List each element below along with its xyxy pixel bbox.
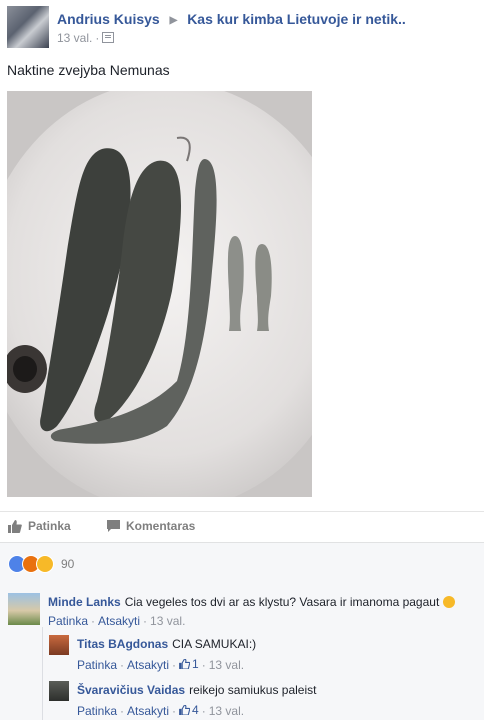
comment-body: Švaravičius Vaidas reikejo samiukus palei… [77, 683, 316, 697]
post-photo[interactable] [7, 91, 312, 497]
comment-like-count[interactable]: 4 [179, 703, 199, 717]
thumbs-up-icon [179, 705, 191, 715]
comment-body: Titas BAgdonas CIA SAMUKAI:) [77, 637, 256, 651]
reactions-bar[interactable]: 90 [0, 542, 484, 584]
comment-text: Cia vegeles tos dvi ar as klystu? Vasara… [124, 595, 440, 609]
comment-like-link[interactable]: Patinka [48, 614, 88, 628]
comment-like-count[interactable]: 1 [179, 657, 199, 671]
comment-reply-link[interactable]: Atsakyti [127, 658, 169, 672]
post-meta: 13 val. · [57, 31, 115, 45]
author-avatar[interactable] [7, 6, 49, 48]
reply-thread-line [42, 627, 43, 720]
reaction-icons [8, 555, 54, 573]
comment-time[interactable]: 13 val. [209, 658, 244, 672]
reaction-count[interactable]: 90 [61, 557, 74, 571]
wow-reaction-icon [36, 555, 54, 573]
comment-like-link[interactable]: Patinka [77, 704, 117, 718]
comment-reply-link[interactable]: Atsakyti [98, 614, 140, 628]
comment-text: CIA SAMUKAI:) [172, 637, 257, 651]
triangle-right-icon: ▶ [169, 15, 178, 26]
group-name[interactable]: Kas kur kimba Lietuvoje ir netik.. [187, 11, 406, 27]
comment-button-label: Komentaras [126, 519, 196, 533]
post-time[interactable]: 13 val. [57, 31, 92, 45]
fish-photo-image [7, 91, 312, 497]
comment-icon [107, 520, 120, 532]
like-count-value: 1 [192, 657, 199, 671]
comment-button[interactable]: Komentaras [107, 519, 195, 533]
like-button-label: Patinka [28, 519, 71, 533]
comment-author[interactable]: Minde Lanks [48, 595, 121, 609]
comment-actions: Patinka · Atsakyti · 4 · 13 val. [77, 703, 245, 718]
post-actions: Patinka Komentaras [0, 511, 484, 542]
thumbs-up-icon [8, 519, 22, 533]
like-button[interactable]: Patinka [8, 519, 71, 533]
commenter-avatar[interactable] [8, 593, 40, 625]
post-text: Naktine zvejyba Nemunas [7, 62, 170, 78]
comment-time[interactable]: 13 val. [209, 704, 244, 718]
commenter-avatar[interactable] [49, 635, 69, 655]
comment-body: Minde Lanks Cia vegeles tos dvi ar as kly… [48, 595, 455, 609]
comment-author[interactable]: Titas BAgdonas [77, 637, 168, 651]
post-header: Andrius Kuisys ▶ Kas kur kimba Lietuvoje… [7, 6, 477, 50]
comment-actions: Patinka · Atsakyti · 1 · 13 val. [77, 657, 245, 672]
comment-author[interactable]: Švaravičius Vaidas [77, 683, 185, 697]
comment-actions: Patinka · Atsakyti · 13 val. [48, 614, 186, 628]
thumbs-up-icon [179, 659, 191, 669]
post-author-line: Andrius Kuisys ▶ Kas kur kimba Lietuvoje… [57, 11, 406, 27]
comment-reply-link[interactable]: Atsakyti [127, 704, 169, 718]
comment-text: reikejo samiukus paleist [189, 683, 317, 697]
comments-section: Minde Lanks Cia vegeles tos dvi ar as kly… [0, 583, 484, 720]
audience-icon[interactable] [102, 32, 115, 43]
author-name[interactable]: Andrius Kuisys [57, 11, 160, 27]
like-count-value: 4 [192, 703, 199, 717]
commenter-avatar[interactable] [49, 681, 69, 701]
wow-emoji-icon [442, 596, 455, 608]
comment-like-link[interactable]: Patinka [77, 658, 117, 672]
comment-time[interactable]: 13 val. [150, 614, 185, 628]
